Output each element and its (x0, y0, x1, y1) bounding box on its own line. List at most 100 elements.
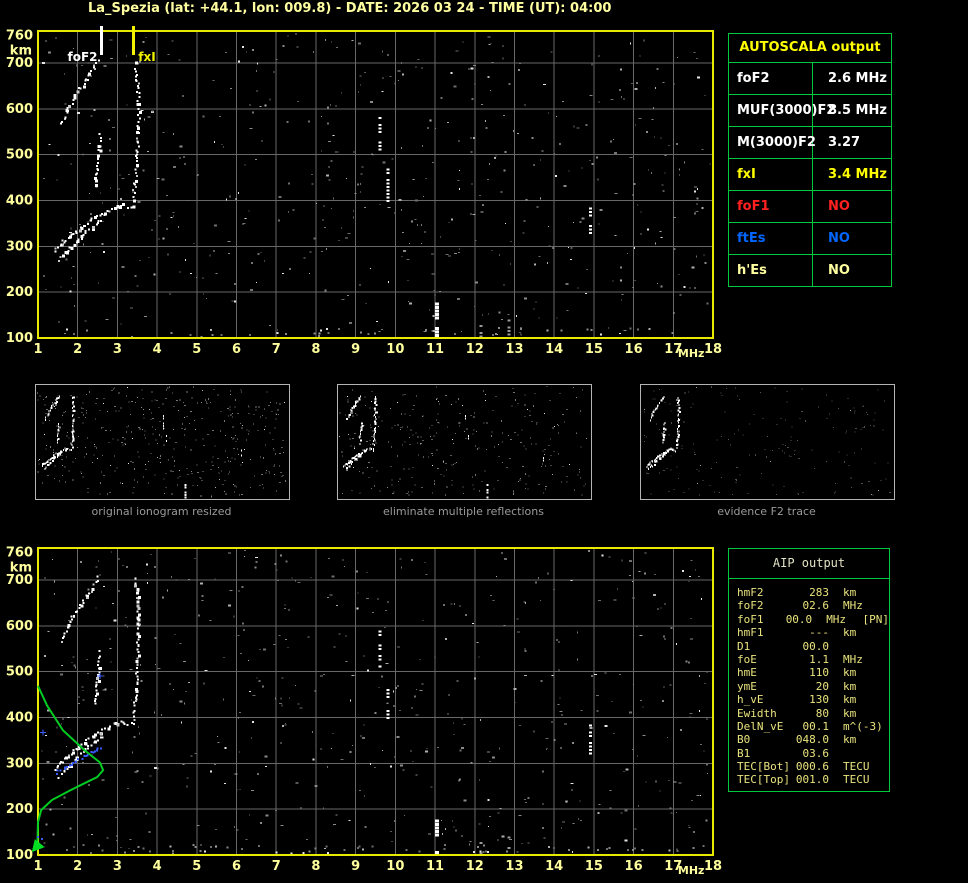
aip-extra (885, 747, 887, 760)
aip-row: TEC[Top] 001.0 TECU (737, 773, 889, 786)
svg-text:6: 6 (232, 342, 241, 357)
svg-text:200: 200 (6, 802, 33, 817)
parameter-value: 8.5 MHz (828, 103, 887, 118)
autoscala-output-screen: 1 2 3 4 5 6 7 8 9 10 11 12 13 14 15 16 17 18 MHz 760 700 600 5… (0, 0, 968, 883)
aip-label: foF2 (737, 599, 764, 613)
parameter-value: 3.27 (828, 135, 861, 150)
aip-label: hmF1 (737, 626, 764, 640)
parameter-value: NO (828, 231, 850, 246)
aip-table-title: AIP output (729, 549, 889, 579)
aip-label: Ewidth (737, 706, 777, 720)
aip-row: Ewidth 80 km (737, 707, 889, 720)
svg-text:12: 12 (466, 859, 484, 874)
svg-text:15: 15 (585, 342, 603, 357)
svg-text:100: 100 (6, 848, 33, 863)
aip-unit: MHz (843, 599, 863, 613)
aip-unit: m^(-3) (843, 719, 883, 733)
aip-extra (885, 680, 887, 693)
svg-text:3: 3 (113, 342, 122, 357)
svg-text:14: 14 (545, 859, 563, 874)
aip-label: DelN_vE (737, 719, 784, 733)
aip-row: foF2 02.6 MHz (737, 599, 889, 612)
parameter-value: 3.4 MHz (828, 167, 887, 182)
parameter-name: foF1 (729, 191, 813, 222)
parameter-value: NO (828, 199, 850, 214)
aip-unit: km (843, 586, 857, 599)
svg-text:10: 10 (386, 342, 404, 357)
parameter-name: ftEs (729, 223, 813, 254)
aip-value: 001.0 (795, 773, 829, 787)
svg-text:4: 4 (153, 342, 162, 357)
aip-label: ymE (737, 679, 757, 693)
thumbnail-eliminate-reflections (337, 384, 592, 500)
aip-label: D1 (737, 639, 751, 653)
svg-text:MHz: MHz (678, 864, 705, 877)
aip-value: 80 (815, 706, 829, 720)
aip-value: 02.6 (802, 599, 830, 613)
aip-value: 00.0 (785, 612, 813, 626)
svg-text:500: 500 (6, 665, 33, 680)
aip-row: ymE 20 km (737, 680, 889, 693)
aip-table: AIP output hmF2 283 km foF2 02.6 MHz foF1 00.0 M… (728, 548, 890, 792)
aip-label: hmE (737, 666, 757, 680)
svg-text:600: 600 (6, 619, 33, 634)
aip-row: h_vE 130 km (737, 693, 889, 706)
svg-text:13: 13 (505, 859, 523, 874)
aip-row: foE 1.1 MHz (737, 653, 889, 666)
aip-unit: MHz (843, 652, 863, 666)
aip-extra (885, 773, 887, 786)
aip-unit: TECU (843, 773, 870, 787)
svg-text:7: 7 (272, 342, 281, 357)
aip-value: 20 (815, 679, 829, 693)
aip-unit: MHz (826, 612, 847, 626)
aip-row: TEC[Bot] 000.6 TECU (737, 760, 889, 773)
aip-label: TEC[Bot] (737, 760, 790, 774)
aip-row: DelN_vE 00.1 m^(-3) (737, 720, 889, 733)
aip-value: 048.0 (795, 733, 829, 747)
autoscala-row: foF2 2.6 MHz (729, 63, 891, 95)
aip-extra (885, 720, 887, 733)
parameter-name: MUF(3000)F2 (729, 95, 835, 126)
aip-label: B1 (737, 746, 751, 760)
svg-text:9: 9 (351, 342, 360, 357)
svg-text:5: 5 (192, 342, 201, 357)
parameter-name: fxI (729, 159, 813, 190)
autoscala-row: fxI 3.4 MHz (729, 159, 891, 191)
aip-label: hmF2 (737, 586, 764, 599)
svg-text:MHz: MHz (678, 347, 705, 360)
svg-text:300: 300 (6, 756, 33, 771)
svg-text:760: 760 (6, 29, 33, 44)
svg-text:600: 600 (6, 102, 33, 117)
parameter-name: h'Es (729, 255, 813, 286)
aip-unit: km (843, 626, 857, 640)
aip-extra (885, 760, 887, 773)
aip-extra (885, 707, 887, 720)
aip-label: h_vE (737, 693, 764, 707)
svg-text:7: 7 (272, 859, 281, 874)
aip-extra (885, 733, 887, 746)
thumbnail-caption: evidence F2 trace (717, 505, 816, 518)
svg-text:400: 400 (6, 194, 33, 209)
svg-text:14: 14 (545, 342, 563, 357)
parameter-name: foF2 (729, 63, 813, 94)
svg-text:1: 1 (33, 342, 42, 357)
aip-row: D1 00.0 (737, 640, 889, 653)
aip-value: 283 (809, 586, 829, 599)
aip-row: B1 03.6 (737, 747, 889, 760)
svg-text:3: 3 (113, 859, 122, 874)
svg-text:16: 16 (625, 859, 643, 874)
aip-unit: TECU (843, 760, 870, 774)
autoscala-row: h'Es NO (729, 255, 891, 286)
autoscala-table-title: AUTOSCALA output (729, 34, 891, 63)
svg-text:km: km (10, 43, 32, 58)
parameter-value: 2.6 MHz (828, 71, 887, 86)
svg-text:1: 1 (33, 859, 42, 874)
bottom-ionogram: 1 2 3 4 5 6 7 8 9 10 11 12 13 14 15 16 17 18MHz7607006005… (6, 546, 722, 877)
autoscala-row: M(3000)F2 3.27 (729, 127, 891, 159)
aip-unit: km (843, 666, 857, 680)
page-title: La_Spezia (lat: +44.1, lon: 009.8) - DAT… (88, 1, 612, 16)
svg-text:11: 11 (426, 342, 444, 357)
thumbnail-evidence-f2-trace (640, 384, 895, 500)
svg-text:km: km (10, 560, 32, 575)
aip-label: TEC[Top] (737, 773, 790, 787)
